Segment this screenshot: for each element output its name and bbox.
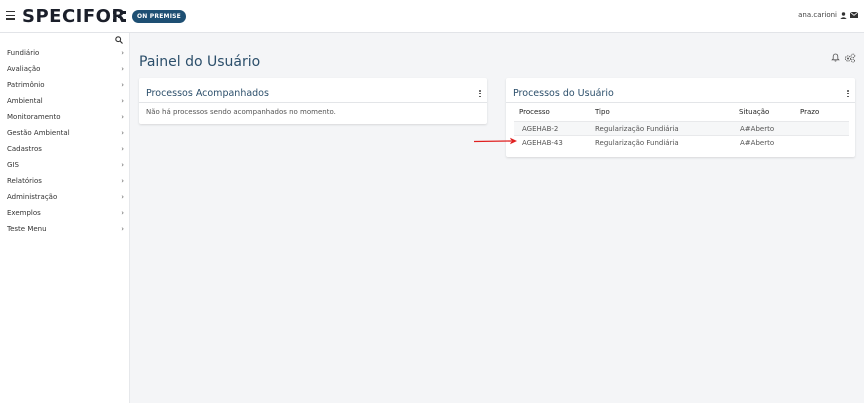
kebab-menu-icon[interactable] xyxy=(847,90,849,99)
tracked-processes-title: Processos Acompanhados xyxy=(146,88,269,99)
sidebar-item-patrimonio[interactable]: Patrimônio › xyxy=(0,77,130,93)
top-bar: SPECIFOR ON PREMISE ana.carioni xyxy=(0,0,864,33)
cell-situacao: A#Aberto xyxy=(740,139,775,147)
cell-tipo: Regularização Fundiária xyxy=(595,139,679,147)
user-processes-card: Processos do Usuário Processo Tipo Situa… xyxy=(506,78,855,157)
sidebar-item-monitoramento[interactable]: Monitoramento › xyxy=(0,109,130,125)
column-header-prazo[interactable]: Prazo xyxy=(800,108,819,116)
user-icon[interactable] xyxy=(840,11,847,19)
table-row[interactable]: AGEHAB-2 Regularização Fundiária A#Abert… xyxy=(514,121,849,136)
sidebar-item-teste-menu[interactable]: Teste Menu › xyxy=(0,221,130,237)
table-header: Processo Tipo Situação Prazo xyxy=(506,108,855,120)
cell-tipo: Regularização Fundiária xyxy=(595,125,679,133)
chevron-right-icon: › xyxy=(121,97,124,105)
chevron-right-icon: › xyxy=(121,193,124,201)
divider xyxy=(139,102,487,103)
chevron-right-icon: › xyxy=(121,177,124,185)
sidebar: Fundiário › Avaliação › Patrimônio › Ambien… xyxy=(0,33,130,403)
sidebar-item-avaliacao[interactable]: Avaliação › xyxy=(0,61,130,77)
username[interactable]: ana.carioni xyxy=(798,11,837,19)
app-logo[interactable]: SPECIFOR xyxy=(22,6,126,28)
logo-dots-icon xyxy=(113,11,126,22)
cell-processo[interactable]: AGEHAB-2 xyxy=(522,125,558,133)
column-header-processo[interactable]: Processo xyxy=(519,108,550,116)
kebab-menu-icon[interactable] xyxy=(479,90,481,99)
sidebar-item-relatorios[interactable]: Relatórios › xyxy=(0,173,130,189)
chevron-right-icon: › xyxy=(121,65,124,73)
divider xyxy=(506,102,855,103)
column-header-situacao[interactable]: Situação xyxy=(739,108,769,116)
sidebar-item-gis[interactable]: GIS › xyxy=(0,157,130,173)
bell-icon[interactable] xyxy=(831,53,840,62)
annotation-arrow-icon xyxy=(473,137,517,145)
mail-icon[interactable] xyxy=(850,12,858,18)
chevron-right-icon: › xyxy=(121,145,124,153)
sidebar-item-ambiental[interactable]: Ambiental › xyxy=(0,93,130,109)
on-premise-badge: ON PREMISE xyxy=(132,10,186,23)
sidebar-item-gestao-ambiental[interactable]: Gestão Ambiental › xyxy=(0,125,130,141)
user-menu[interactable]: ana.carioni xyxy=(798,11,858,19)
table-row[interactable]: AGEHAB-43 Regularização Fundiária A#Aber… xyxy=(514,136,849,151)
chevron-right-icon: › xyxy=(121,49,124,57)
tracked-processes-card: Processos Acompanhados Não há processos … xyxy=(139,78,487,124)
gear-icon[interactable] xyxy=(844,53,856,63)
cell-situacao: A#Aberto xyxy=(740,125,775,133)
chevron-right-icon: › xyxy=(121,225,124,233)
chevron-right-icon: › xyxy=(121,113,124,121)
cell-processo[interactable]: AGEHAB-43 xyxy=(522,139,563,147)
empty-message: Não há processos sendo acompanhados no m… xyxy=(146,108,336,116)
page-title: Painel do Usuário xyxy=(139,54,261,70)
chevron-right-icon: › xyxy=(121,209,124,217)
user-processes-title: Processos do Usuário xyxy=(513,88,614,99)
chevron-right-icon: › xyxy=(121,129,124,137)
menu-icon[interactable] xyxy=(6,11,15,20)
column-header-tipo[interactable]: Tipo xyxy=(595,108,610,116)
chevron-right-icon: › xyxy=(121,81,124,89)
sidebar-item-exemplos[interactable]: Exemplos › xyxy=(0,205,130,221)
sidebar-item-cadastros[interactable]: Cadastros › xyxy=(0,141,130,157)
search-icon[interactable] xyxy=(115,36,123,44)
sidebar-item-administracao[interactable]: Administração › xyxy=(0,189,130,205)
chevron-right-icon: › xyxy=(121,161,124,169)
sidebar-menu: Fundiário › Avaliação › Patrimônio › Ambien… xyxy=(0,45,130,237)
sidebar-item-fundiario[interactable]: Fundiário › xyxy=(0,45,130,61)
